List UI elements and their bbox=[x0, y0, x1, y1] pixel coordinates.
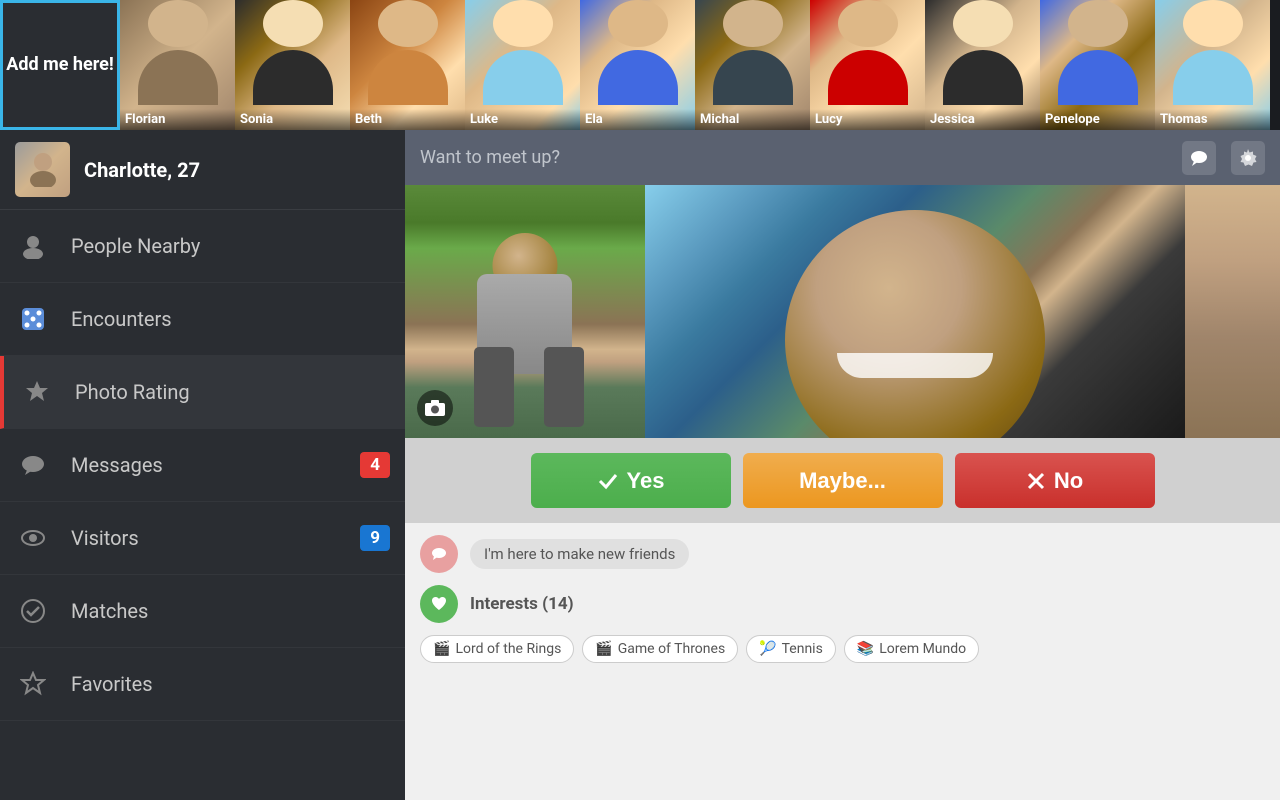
main-layout: Charlotte, 27 People Nearby bbox=[0, 130, 1280, 800]
sidebar: Charlotte, 27 People Nearby bbox=[0, 130, 405, 800]
interest-tag-3: 🎾 Tennis bbox=[746, 635, 836, 663]
sidebar-item-matches[interactable]: Matches bbox=[0, 575, 405, 648]
favorites-star-icon bbox=[15, 666, 51, 702]
topbar-person-name-lucy: Lucy bbox=[810, 109, 925, 130]
topbar-person-thomas[interactable]: Thomas bbox=[1155, 0, 1270, 130]
chat-bubble-icon bbox=[420, 535, 458, 573]
yes-label: Yes bbox=[627, 468, 665, 494]
star-icon bbox=[19, 374, 55, 410]
yes-button[interactable]: Yes bbox=[531, 453, 731, 508]
maybe-button[interactable]: Maybe... bbox=[743, 453, 943, 508]
header-icons bbox=[1182, 141, 1265, 175]
sidebar-item-photo-rating[interactable]: Photo Rating bbox=[0, 356, 405, 429]
photo-right bbox=[1185, 185, 1280, 438]
interest-tag-4: 📚 Lorem Mundo bbox=[844, 635, 979, 663]
photo-grid bbox=[405, 185, 1280, 438]
topbar-person-name-sonia: Sonia bbox=[235, 109, 350, 130]
topbar-person-name-jessica: Jessica bbox=[925, 109, 1040, 130]
visitors-badge: 9 bbox=[360, 525, 390, 551]
photo-middle[interactable] bbox=[645, 185, 1185, 438]
topbar-person-lucy[interactable]: Lucy bbox=[810, 0, 925, 130]
avatar[interactable] bbox=[15, 142, 70, 197]
sidebar-item-visitors[interactable]: Visitors 9 bbox=[0, 502, 405, 575]
content-header-title: Want to meet up? bbox=[420, 147, 1182, 168]
eye-icon bbox=[15, 520, 51, 556]
top-bar: Add me here! Florian Sonia Beth Luke bbox=[0, 0, 1280, 130]
topbar-person-florian[interactable]: Florian bbox=[120, 0, 235, 130]
interests-label: Interests (14) bbox=[470, 594, 574, 614]
profile-name: Charlotte, 27 bbox=[84, 158, 200, 182]
topbar-person-penelope[interactable]: Penelope bbox=[1040, 0, 1155, 130]
topbar-person-name-penelope: Penelope bbox=[1040, 109, 1155, 130]
person-icon bbox=[15, 228, 51, 264]
profile-tag: I'm here to make new friends bbox=[470, 539, 689, 569]
topbar-person-name-luke: Luke bbox=[465, 109, 580, 130]
heart-icon bbox=[420, 585, 458, 623]
messages-badge: 4 bbox=[360, 452, 390, 478]
topbar-person-luke[interactable]: Luke bbox=[465, 0, 580, 130]
topbar-person-sonia[interactable]: Sonia bbox=[235, 0, 350, 130]
photo-left[interactable] bbox=[405, 185, 645, 438]
sidebar-item-label-matches: Matches bbox=[71, 599, 390, 623]
sidebar-item-label-people-nearby: People Nearby bbox=[71, 234, 390, 258]
content-header: Want to meet up? bbox=[405, 130, 1280, 185]
topbar-person-name-florian: Florian bbox=[120, 109, 235, 130]
profile-tag-row: I'm here to make new friends bbox=[420, 535, 1265, 573]
add-me-button[interactable]: Add me here! bbox=[0, 0, 120, 130]
message-icon bbox=[15, 447, 51, 483]
topbar-person-ela[interactable]: Ela bbox=[580, 0, 695, 130]
topbar-person-name-thomas: Thomas bbox=[1155, 109, 1270, 130]
interest-tags: 🎬 Lord of the Rings 🎬 Game of Thrones 🎾 … bbox=[420, 635, 1265, 663]
sidebar-nav: People Nearby Encounters bbox=[0, 210, 405, 800]
no-button[interactable]: No bbox=[955, 453, 1155, 508]
topbar-person-name-michal: Michal bbox=[695, 109, 810, 130]
add-me-label: Add me here! bbox=[6, 53, 113, 76]
sidebar-item-people-nearby[interactable]: People Nearby bbox=[0, 210, 405, 283]
profile-info: I'm here to make new friends Interests (… bbox=[405, 523, 1280, 800]
action-buttons: Yes Maybe... No bbox=[405, 438, 1280, 523]
camera-icon[interactable] bbox=[417, 390, 453, 426]
topbar-person-jessica[interactable]: Jessica bbox=[925, 0, 1040, 130]
chat-icon[interactable] bbox=[1182, 141, 1216, 175]
topbar-person-michal[interactable]: Michal bbox=[695, 0, 810, 130]
check-circle-icon bbox=[15, 593, 51, 629]
sidebar-item-messages[interactable]: Messages 4 bbox=[0, 429, 405, 502]
settings-icon[interactable] bbox=[1231, 141, 1265, 175]
interest-tag-2: 🎬 Game of Thrones bbox=[582, 635, 738, 663]
sidebar-item-label-photo-rating: Photo Rating bbox=[75, 380, 390, 404]
sidebar-item-label-favorites: Favorites bbox=[71, 672, 390, 696]
sidebar-profile: Charlotte, 27 bbox=[0, 130, 405, 210]
topbar-person-beth[interactable]: Beth bbox=[350, 0, 465, 130]
sidebar-item-label-messages: Messages bbox=[71, 453, 360, 477]
dice-icon bbox=[15, 301, 51, 337]
sidebar-item-label-encounters: Encounters bbox=[71, 307, 390, 331]
topbar-person-name-beth: Beth bbox=[350, 109, 465, 130]
interests-row: Interests (14) bbox=[420, 585, 1265, 623]
content-area: Want to meet up? bbox=[405, 130, 1280, 800]
topbar-person-name-ela: Ela bbox=[580, 109, 695, 130]
no-label: No bbox=[1054, 468, 1083, 494]
sidebar-item-favorites[interactable]: Favorites bbox=[0, 648, 405, 721]
interest-tag-1: 🎬 Lord of the Rings bbox=[420, 635, 574, 663]
sidebar-item-label-visitors: Visitors bbox=[71, 526, 360, 550]
maybe-label: Maybe... bbox=[799, 468, 886, 494]
sidebar-item-encounters[interactable]: Encounters bbox=[0, 283, 405, 356]
